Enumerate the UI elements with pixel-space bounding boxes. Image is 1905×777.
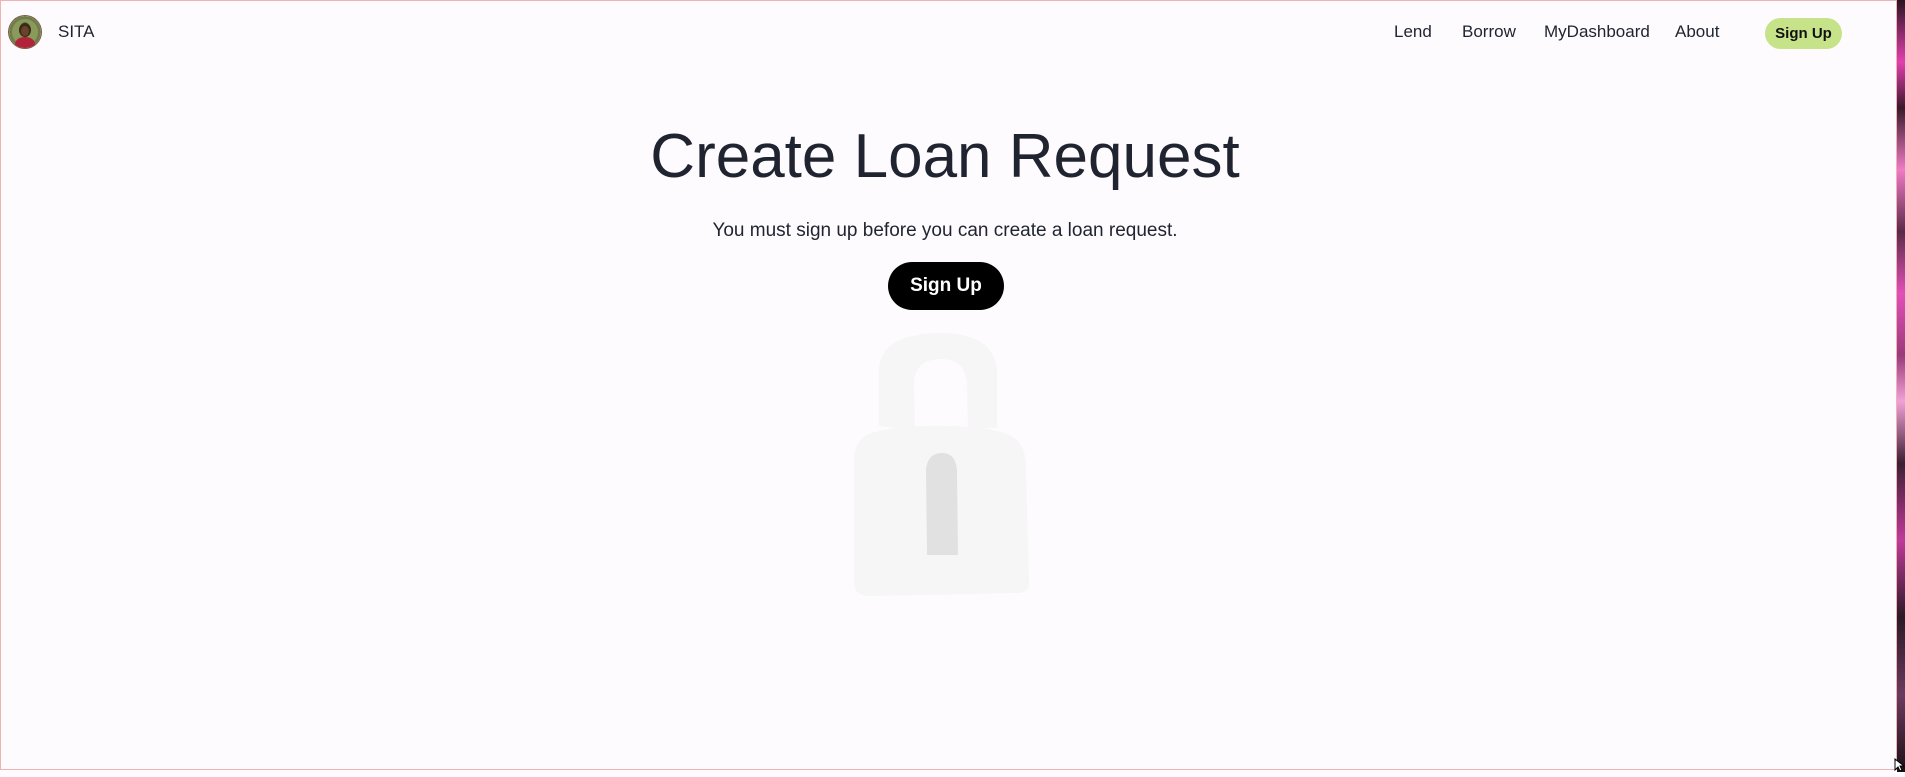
top-navbar: SITA Lend Borrow MyDashboard About Sign … bbox=[1, 1, 1898, 63]
nav-about-link[interactable]: About bbox=[1675, 22, 1719, 42]
page-title: Create Loan Request bbox=[650, 122, 1240, 191]
signup-required-message: You must sign up before you can create a… bbox=[712, 220, 1178, 241]
avatar-logo[interactable] bbox=[9, 16, 41, 48]
brand-name[interactable]: SITA bbox=[58, 22, 95, 42]
nav-signup-button[interactable]: Sign Up bbox=[1765, 18, 1842, 49]
nav-lend-link[interactable]: Lend bbox=[1394, 22, 1432, 42]
signup-button[interactable]: Sign Up bbox=[888, 262, 1004, 310]
mouse-cursor-icon bbox=[1894, 757, 1905, 772]
nav-borrow-link[interactable]: Borrow bbox=[1462, 22, 1516, 42]
lock-icon bbox=[851, 331, 1031, 597]
background-window-edge bbox=[1897, 0, 1905, 772]
app-window: SITA Lend Borrow MyDashboard About Sign … bbox=[0, 0, 1897, 770]
nav-dashboard-link[interactable]: MyDashboard bbox=[1544, 22, 1650, 42]
